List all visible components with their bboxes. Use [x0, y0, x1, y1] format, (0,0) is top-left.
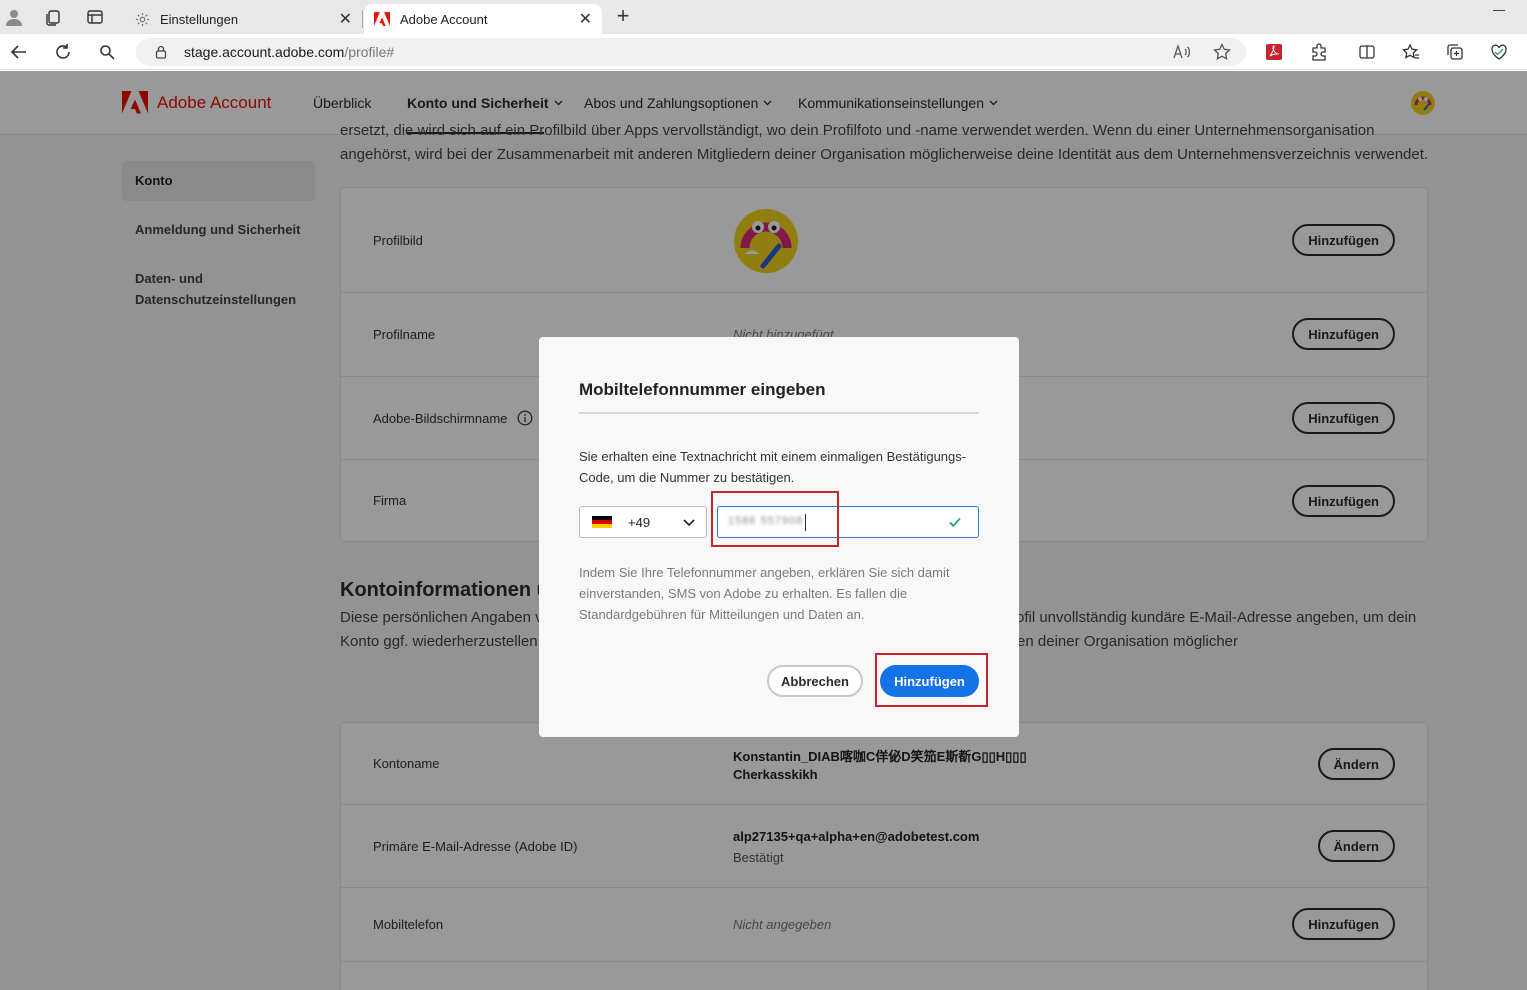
dialog-divider — [579, 412, 979, 414]
dialog-description: Sie erhalten eine Textnachricht mit eine… — [579, 449, 967, 485]
split-screen-icon[interactable] — [1356, 41, 1378, 63]
country-code-select[interactable]: +49 — [579, 506, 707, 538]
highlight-box-add — [875, 653, 988, 707]
germany-flag-icon — [592, 515, 612, 529]
browser-tab-bar: Einstellungen ✕ Adobe Account ✕ + — [0, 0, 1527, 34]
url-field[interactable]: stage.account.adobe.com/profile# — [136, 38, 1246, 66]
dial-code: +49 — [628, 514, 651, 530]
profile-icon[interactable] — [3, 6, 25, 28]
chevron-down-icon — [683, 519, 695, 527]
phone-number-dialog: Mobiltelefonnummer eingeben Sie erhalten… — [539, 337, 1019, 737]
dialog-title: Mobiltelefonnummer eingeben — [579, 380, 826, 399]
gear-icon — [134, 11, 150, 27]
address-bar: stage.account.adobe.com/profile# — [0, 34, 1527, 70]
tab-actions-icon[interactable] — [84, 6, 106, 28]
page-content: Adobe Account Überblick Konto und Sicher… — [0, 71, 1527, 990]
favorite-star-icon[interactable] — [1212, 42, 1232, 62]
read-aloud-icon[interactable] — [1172, 42, 1192, 62]
pdf-extension-icon[interactable] — [1263, 41, 1285, 63]
close-icon[interactable]: ✕ — [579, 9, 592, 29]
search-icon[interactable] — [96, 41, 118, 63]
minimize-icon[interactable] — [1493, 10, 1505, 11]
cancel-button[interactable]: Abbrechen — [767, 665, 863, 697]
tab-label: Einstellungen — [160, 11, 239, 27]
url-path: /profile# — [344, 44, 395, 60]
tab-label: Adobe Account — [400, 11, 488, 27]
dialog-consent-note: Indem Sie Ihre Telefonnummer angeben, er… — [579, 565, 950, 622]
highlight-box-phone — [711, 491, 839, 547]
adobe-icon — [374, 11, 390, 27]
tab-adobe-account[interactable]: Adobe Account ✕ — [364, 4, 602, 34]
back-arrow-icon[interactable] — [8, 41, 30, 63]
close-icon[interactable]: ✕ — [339, 9, 352, 29]
tab-divider — [362, 10, 363, 28]
collections-icon[interactable] — [42, 6, 64, 28]
favorites-icon[interactable] — [1400, 41, 1422, 63]
lock-icon[interactable] — [154, 45, 168, 59]
reload-icon[interactable] — [52, 41, 74, 63]
browser-essentials-icon[interactable] — [1488, 41, 1510, 63]
new-tab-icon[interactable]: + — [612, 5, 634, 27]
checkmark-icon — [949, 517, 961, 528]
collections-add-icon[interactable] — [1444, 41, 1466, 63]
url-host: stage.account.adobe.com — [184, 44, 345, 60]
extensions-puzzle-icon[interactable] — [1308, 41, 1330, 63]
tab-settings[interactable]: Einstellungen ✕ — [124, 4, 362, 34]
